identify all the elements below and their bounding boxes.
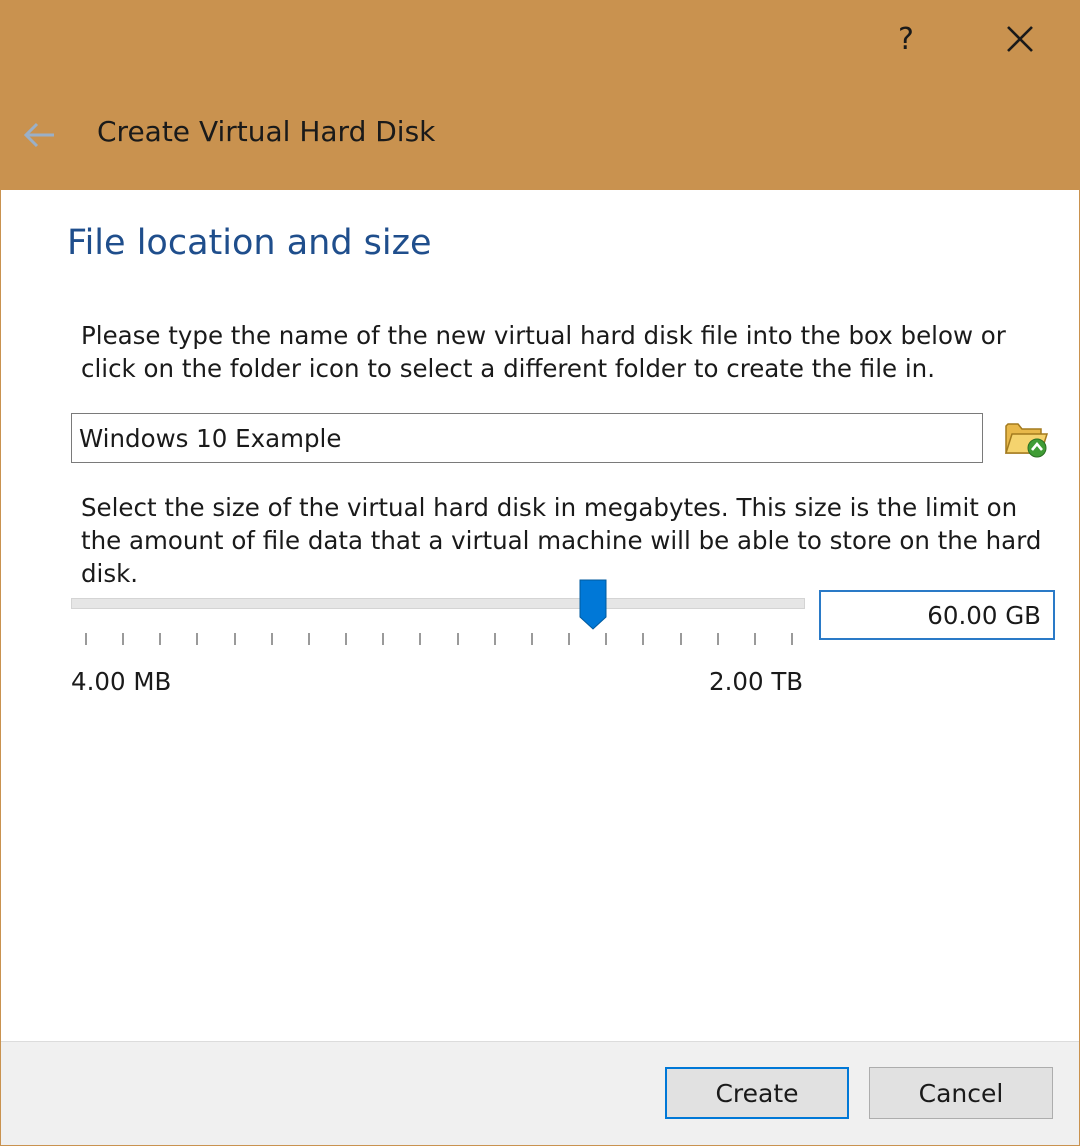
slider-tick	[85, 633, 87, 645]
slider-tick	[159, 633, 162, 645]
cancel-button[interactable]: Cancel	[869, 1067, 1053, 1119]
slider-tick	[419, 633, 422, 645]
file-name-input[interactable]	[71, 413, 983, 463]
slider-tick	[307, 633, 310, 645]
slider-tick	[530, 633, 533, 645]
dialog-header: ? Create Virtual Hard Disk	[1, 1, 1079, 190]
slider-tick	[642, 633, 645, 645]
slider-min-label: 4.00 MB	[71, 667, 172, 696]
slider-tick	[605, 633, 608, 645]
slider-tick	[456, 633, 459, 645]
close-button[interactable]	[993, 13, 1047, 65]
close-icon	[1007, 26, 1033, 52]
slider-tick	[716, 633, 719, 645]
help-button[interactable]: ?	[881, 13, 931, 65]
wizard-title: Create Virtual Hard Disk	[97, 115, 436, 148]
create-button[interactable]: Create	[665, 1067, 849, 1119]
back-arrow-icon	[23, 122, 54, 148]
slider-tick	[493, 633, 496, 645]
slider-tick	[196, 633, 199, 645]
slider-tick	[233, 633, 236, 645]
choose-folder-button[interactable]	[1001, 415, 1051, 461]
slider-tick	[791, 633, 793, 645]
page-heading: File location and size	[67, 223, 432, 263]
size-instructions: Select the size of the virtual hard disk…	[81, 493, 1042, 588]
create-virtual-hard-disk-dialog: ? Create Virtual Hard Disk File location…	[0, 0, 1080, 1146]
slider-tick	[270, 633, 273, 645]
slider-max-label: 2.00 TB	[709, 667, 804, 696]
back-button[interactable]	[17, 113, 61, 157]
slider-thumb[interactable]	[579, 579, 607, 631]
slider-track	[71, 598, 805, 609]
slider-tick	[382, 633, 385, 645]
slider-tick	[568, 633, 571, 645]
location-instructions: Please type the name of the new virtual …	[81, 321, 1006, 383]
folder-icon	[1004, 423, 1049, 458]
disk-size-slider[interactable]	[71, 579, 805, 649]
disk-size-field[interactable]	[819, 590, 1055, 640]
slider-tick	[753, 633, 756, 645]
slider-tick	[345, 633, 348, 645]
slider-tick	[122, 633, 125, 645]
slider-tick	[679, 633, 682, 645]
